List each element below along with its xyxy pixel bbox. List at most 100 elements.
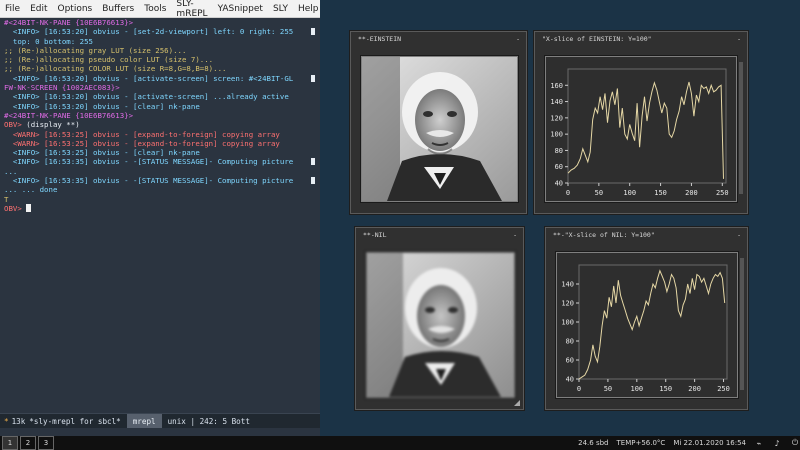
repl-line-text: ... xyxy=(4,166,18,176)
taskbar: 1 2 3 24.6 sbd TEMP+56.0°C Mi 22.01.2020… xyxy=(0,436,800,450)
repl-line-text: <WARN> [16:53:25] obvius - [expand-to-fo… xyxy=(4,138,280,148)
repl-line: ;; (Re-)allocating gray LUT (size 256)..… xyxy=(4,46,316,55)
repl-line: ;; (Re-)allocating pseudo color LUT (siz… xyxy=(4,55,316,64)
menu-sly[interactable]: SLY xyxy=(268,4,293,14)
repl-line: ... ... done xyxy=(4,185,316,194)
y-tick-label: 40 xyxy=(555,180,563,188)
window-xslice-einstein[interactable]: "X-slice of EINSTEIN: Y=100" - 40 60 80 100… xyxy=(534,31,748,214)
repl-buffer[interactable]: #<24BIT-NK-PANE {10E6B76613}> <INFO> [16… xyxy=(0,18,320,414)
repl-line: <WARN> [16:53:25] obvius - [expand-to-fo… xyxy=(4,130,316,139)
window-title: **-EINSTEIN - xyxy=(351,32,526,46)
modeline-buffer-name[interactable]: *sly-mrepl for sbcl* xyxy=(29,417,126,426)
repl-line: <INFO> [16:53:20] obvius - [clear] nk-pa… xyxy=(4,102,316,111)
window-xslice-nil[interactable]: **-"X-slice of NIL: Y=100" - 40 60 80 100 12… xyxy=(545,227,748,410)
repl-line-text: ;; (Re-)allocating COLOR LUT (size R=8,G… xyxy=(4,64,227,74)
x-tick-label: 150 xyxy=(659,385,672,393)
einstein-portrait-image xyxy=(362,57,517,201)
repl-line-text: T xyxy=(4,194,9,204)
x-tick-label: 150 xyxy=(654,189,667,197)
y-tick-label: 160 xyxy=(550,82,563,90)
scrollbar[interactable] xyxy=(739,62,743,194)
resize-grip-icon[interactable] xyxy=(514,400,520,406)
repl-line: <INFO> [16:53:35] obvius - -[STATUS MESS… xyxy=(4,176,316,185)
emacs-modeline: * 13k *sly-mrepl for sbcl* mrepl unix | … xyxy=(0,413,320,428)
menu-edit[interactable]: Edit xyxy=(25,4,52,14)
x-tick-label: 0 xyxy=(566,189,570,197)
repl-line: <INFO> [16:53:35] obvius - -[STATUS MESS… xyxy=(4,157,316,166)
repl-line: OBV> (display **) xyxy=(4,120,316,129)
y-tick-label: 100 xyxy=(561,319,574,327)
scrollbar[interactable] xyxy=(740,258,744,390)
repl-line: #<24BIT-NK-PANE {10E6B76613}> xyxy=(4,18,316,27)
menu-yasnippet[interactable]: YASnippet xyxy=(213,4,268,14)
workspace-3[interactable]: 3 xyxy=(38,436,54,450)
echo-area xyxy=(0,428,320,436)
xslice-nil-chart: 40 60 80 100 120 140 0 50 100 150 200 250 xyxy=(561,264,730,393)
einstein-photo xyxy=(361,56,518,202)
repl-line: #<24BIT-NK-PANE {10E6B76613}> xyxy=(4,111,316,120)
x-tick-label: 0 xyxy=(577,385,581,393)
modeline-position: unix | 242: 5 Bott xyxy=(161,416,250,426)
window-title-text: "X-slice of EINSTEIN: Y=100" xyxy=(542,35,652,43)
window-nil[interactable]: **-NIL - xyxy=(355,227,524,410)
menu-buffers[interactable]: Buffers xyxy=(97,4,139,14)
repl-line-text: FW-NK-SCREEN {1002AEC083}> xyxy=(4,83,120,93)
xslice-einstein-chart: 40 60 80 100 120 140 160 0 50 100 150 200 250 xyxy=(550,68,729,197)
emacs-frame: File Edit Options Buffers Tools SLY-mREP… xyxy=(0,0,320,436)
minimize-button[interactable]: - xyxy=(513,228,517,242)
line-wrap-icon xyxy=(311,74,315,82)
minimize-button[interactable]: - xyxy=(737,32,741,46)
y-tick-label: 140 xyxy=(550,98,563,106)
repl-line: top: 0 bottom: 255 xyxy=(4,37,316,46)
minimize-button[interactable]: - xyxy=(516,32,520,46)
y-tick-label: 140 xyxy=(561,281,574,289)
repl-line: ;; (Re-)allocating COLOR LUT (size R=8,G… xyxy=(4,64,316,73)
modeline-buffer-size: 13k xyxy=(11,416,26,426)
repl-line: OBV> xyxy=(4,203,316,213)
window-einstein[interactable]: **-EINSTEIN - xyxy=(350,31,527,214)
x-tick-label: 200 xyxy=(685,189,698,197)
line-wrap-icon xyxy=(311,177,315,185)
repl-line: <WARN> [16:53:25] obvius - [expand-to-fo… xyxy=(4,139,316,148)
nil-portrait-image xyxy=(367,253,514,397)
minimize-button[interactable]: - xyxy=(737,228,741,242)
repl-line-text: ... ... done xyxy=(4,185,58,195)
emacs-menubar: File Edit Options Buffers Tools SLY-mREP… xyxy=(0,0,320,19)
x-tick-label: 250 xyxy=(716,189,729,197)
y-tick-label: 60 xyxy=(566,357,574,365)
x-tick-label: 100 xyxy=(623,189,636,197)
repl-prompt: OBV> xyxy=(4,120,27,130)
y-tick-label: 120 xyxy=(561,300,574,308)
network-icon[interactable]: ⌁ xyxy=(754,438,764,448)
workspace-1[interactable]: 1 xyxy=(2,436,18,450)
repl-line: ... xyxy=(4,167,316,176)
repl-line-text: <INFO> [16:53:20] obvius - [activate-scr… xyxy=(4,73,294,83)
repl-line: <INFO> [16:53:20] obvius - [activate-scr… xyxy=(4,74,316,83)
y-tick-label: 80 xyxy=(566,338,574,346)
menu-file[interactable]: File xyxy=(0,4,25,14)
volume-icon[interactable]: ♪ xyxy=(772,438,782,448)
menu-sly-mrepl[interactable]: SLY-mREPL xyxy=(171,0,212,19)
power-icon[interactable]: ⏻ xyxy=(790,438,800,448)
repl-line-text: <WARN> [16:53:25] obvius - [expand-to-fo… xyxy=(4,129,280,139)
menu-help[interactable]: Help xyxy=(293,4,324,14)
repl-line: <INFO> [16:53:20] obvius - [activate-scr… xyxy=(4,92,316,101)
x-tick-label: 50 xyxy=(595,189,603,197)
menu-options[interactable]: Options xyxy=(53,4,98,14)
repl-prompt: OBV> xyxy=(4,203,27,213)
y-tick-label: 40 xyxy=(566,376,574,384)
workspace-2[interactable]: 2 xyxy=(20,436,36,450)
window-title: **-"X-slice of NIL: Y=100" - xyxy=(546,228,747,242)
menu-tools[interactable]: Tools xyxy=(139,4,171,14)
repl-line: T xyxy=(4,195,316,204)
repl-line-text: <INFO> [16:53:20] obvius - [set-2d-viewp… xyxy=(4,27,294,37)
y-tick-label: 120 xyxy=(550,114,563,122)
repl-line-text: <INFO> [16:53:25] obvius - [clear] nk-pa… xyxy=(4,148,200,158)
y-tick-label: 80 xyxy=(555,147,563,155)
line-wrap-icon xyxy=(311,158,315,166)
text-cursor[interactable] xyxy=(26,203,32,212)
line-wrap-icon xyxy=(311,28,315,36)
window-title: **-NIL - xyxy=(356,228,523,242)
chart-area-nil: 40 60 80 100 120 140 0 50 100 150 200 250 xyxy=(556,252,738,398)
modeline-major-mode[interactable]: mrepl xyxy=(126,414,162,428)
